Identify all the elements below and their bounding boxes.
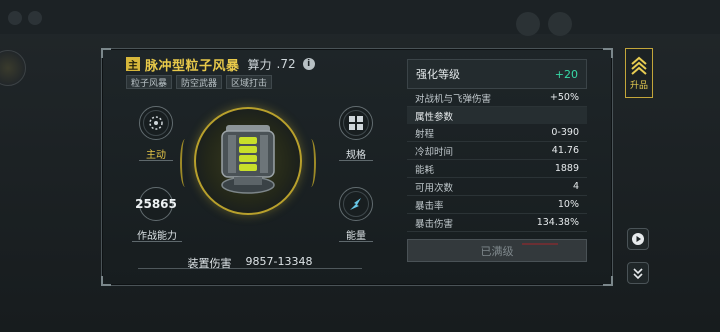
damage-value: 9857-13348 bbox=[245, 255, 313, 268]
strengthen-row: 强化等级 +20 bbox=[407, 59, 587, 89]
background-close-icon bbox=[516, 12, 540, 36]
attributes-header: 属性参数 bbox=[407, 107, 587, 124]
collapse-button[interactable] bbox=[627, 262, 649, 284]
main-weapon-badge: 主 bbox=[126, 57, 140, 72]
energy-slot[interactable] bbox=[339, 187, 373, 221]
device-damage: 装置伤害 9857-13348 bbox=[138, 255, 362, 270]
power-label: 算力 bbox=[247, 57, 272, 72]
stat-value: 10% bbox=[557, 199, 579, 210]
stat-row: 可用次数 4 bbox=[407, 178, 587, 196]
weapon-title: 主 脉冲型粒子风暴 算力 .72 i bbox=[126, 55, 315, 74]
upgrade-button[interactable]: 升品 bbox=[625, 48, 653, 98]
background-top-bar bbox=[0, 0, 720, 34]
stat-label: 暴击伤害 bbox=[415, 218, 454, 230]
active-label: 主动 bbox=[139, 146, 173, 161]
double-chevron-down-icon bbox=[633, 268, 643, 280]
stat-row: 暴击伤害 134.38% bbox=[407, 214, 587, 232]
play-button[interactable] bbox=[627, 228, 649, 250]
max-level-button[interactable]: 已满级 bbox=[407, 239, 587, 262]
combat-power-slot: 25865 bbox=[135, 187, 177, 221]
stat-label: 射程 bbox=[415, 128, 435, 140]
stat-value: 0-390 bbox=[551, 127, 579, 138]
tag-item: 区域打击 bbox=[226, 75, 273, 89]
power-value: .72 bbox=[276, 57, 296, 71]
stat-label: 冷却时间 bbox=[415, 146, 454, 158]
stat-value: 4 bbox=[572, 181, 579, 192]
tag-item: 防空武器 bbox=[176, 75, 223, 89]
faction-emblem-icon bbox=[0, 50, 26, 86]
spec-label: 规格 bbox=[339, 146, 373, 161]
stat-value: 1889 bbox=[554, 163, 579, 174]
weapon-cannon-icon bbox=[221, 125, 275, 194]
grid-icon bbox=[349, 116, 363, 130]
stat-label: 能耗 bbox=[415, 164, 435, 176]
stat-label: 可用次数 bbox=[415, 182, 454, 194]
stat-value: 134.38% bbox=[536, 217, 579, 228]
stat-label: 暴击率 bbox=[415, 200, 444, 212]
stat-row: 射程 0-390 bbox=[407, 124, 587, 142]
upgrade-label: 升品 bbox=[629, 80, 648, 91]
bonus-label: 对战机与飞弹伤害 bbox=[415, 93, 492, 105]
active-skill-slot[interactable] bbox=[139, 106, 173, 140]
damage-label: 装置伤害 bbox=[187, 257, 232, 270]
bonus-value: +50% bbox=[549, 92, 579, 103]
info-icon[interactable]: i bbox=[302, 58, 315, 70]
stat-row: 能耗 1889 bbox=[407, 160, 587, 178]
gear-icon bbox=[149, 116, 163, 130]
bonus-row: 对战机与飞弹伤害 +50% bbox=[407, 89, 587, 107]
spec-slot[interactable] bbox=[339, 106, 373, 140]
background-nav-icons bbox=[8, 10, 68, 25]
stats-panel: 强化等级 +20 对战机与飞弹伤害 +50% 属性参数 射程 0-390 冷却时… bbox=[407, 59, 587, 262]
stat-row: 冷却时间 41.76 bbox=[407, 142, 587, 160]
tag-item: 粒子风暴 bbox=[126, 75, 173, 89]
max-level-label: 已满级 bbox=[480, 244, 514, 258]
strengthen-value: +20 bbox=[554, 67, 578, 81]
stat-row: 暴击率 10% bbox=[407, 196, 587, 214]
weapon-detail-panel: 主 脉冲型粒子风暴 算力 .72 i 粒子风暴 防空武器 区域打击 主动 258… bbox=[101, 48, 613, 286]
strengthen-label: 强化等级 bbox=[416, 68, 460, 81]
combat-power-value: 25865 bbox=[135, 197, 177, 211]
rank-chevrons-icon bbox=[631, 56, 647, 75]
energy-label: 能量 bbox=[339, 227, 373, 242]
background-menu-icon bbox=[548, 12, 572, 36]
weapon-tags: 粒子风暴 防空武器 区域打击 bbox=[126, 75, 273, 89]
combat-power-label: 作战能力 bbox=[132, 227, 182, 242]
energy-burst-icon bbox=[350, 198, 361, 210]
stat-value: 41.76 bbox=[551, 145, 579, 156]
play-icon bbox=[632, 233, 644, 245]
weapon-name: 脉冲型粒子风暴 bbox=[145, 58, 240, 74]
